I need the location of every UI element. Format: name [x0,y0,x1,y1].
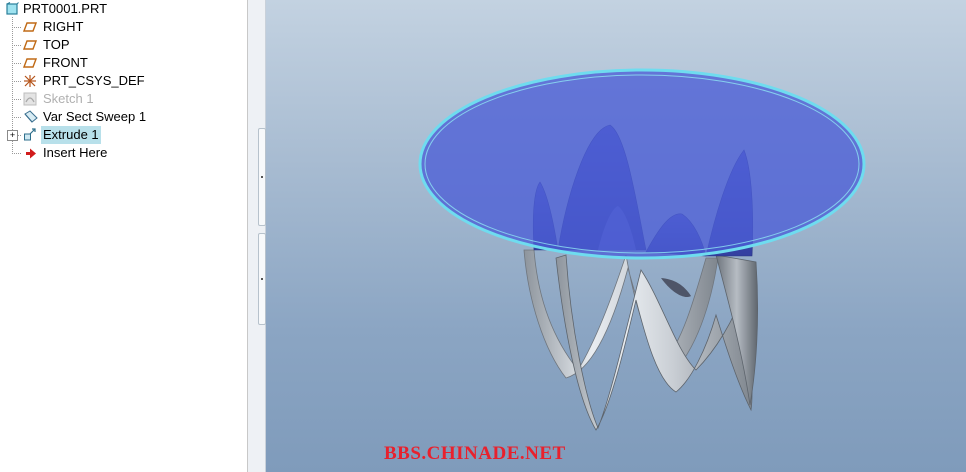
tree-item-sketch[interactable]: Sketch 1 [0,90,247,108]
tree-item-extrude[interactable]: + Extrude 1 [0,126,247,144]
datum-plane-icon [22,56,38,70]
tree-item-top[interactable]: TOP [0,36,247,54]
graphics-viewport[interactable]: BBS.CHINADE.NET [266,0,966,472]
expand-toggle-icon[interactable]: + [7,130,18,141]
tree-item-label: Sketch 1 [43,91,94,106]
splitter-handle[interactable] [258,233,266,325]
tree-item-right[interactable]: RIGHT [0,18,247,36]
sweep-icon [23,110,38,124]
tree-root-part[interactable]: PRT0001.PRT [0,0,247,18]
tree-item-csys[interactable]: PRT_CSYS_DEF [0,72,247,90]
tree-item-var-sect-sweep[interactable]: Var Sect Sweep 1 [0,108,247,126]
coordinate-system-icon [23,74,37,88]
part-icon [5,2,19,16]
tree-item-label: Extrude 1 [41,126,101,144]
sketch-icon [23,92,37,106]
grip-dot-icon [261,176,263,178]
insert-arrow-icon [24,146,38,160]
tree-item-label: Var Sect Sweep 1 [43,109,147,124]
sweep-base-lower [523,249,758,431]
panel-splitter[interactable] [248,0,266,472]
tree-item-label: RIGHT [43,19,84,34]
tree-item-label: Insert Here [43,145,108,160]
tree-item-label: PRT_CSYS_DEF [43,73,145,88]
datum-plane-icon [22,20,38,34]
tree-item-label: FRONT [43,55,88,70]
watermark-text: BBS.CHINADE.NET [384,443,566,464]
tree-root-label: PRT0001.PRT [23,1,108,16]
tree-item-insert-here[interactable]: Insert Here [0,144,247,162]
glass-tabletop[interactable] [418,68,866,260]
datum-plane-icon [22,38,38,52]
model-tree: PRT0001.PRT RIGHT TOP FRONT PRT_CSYS_DEF… [0,0,248,472]
table-model-render [418,68,866,431]
extrude-icon [23,128,37,142]
splitter-handle[interactable] [258,128,266,226]
tree-item-label: TOP [43,37,70,52]
grip-dot-icon [261,278,263,280]
tree-item-front[interactable]: FRONT [0,54,247,72]
